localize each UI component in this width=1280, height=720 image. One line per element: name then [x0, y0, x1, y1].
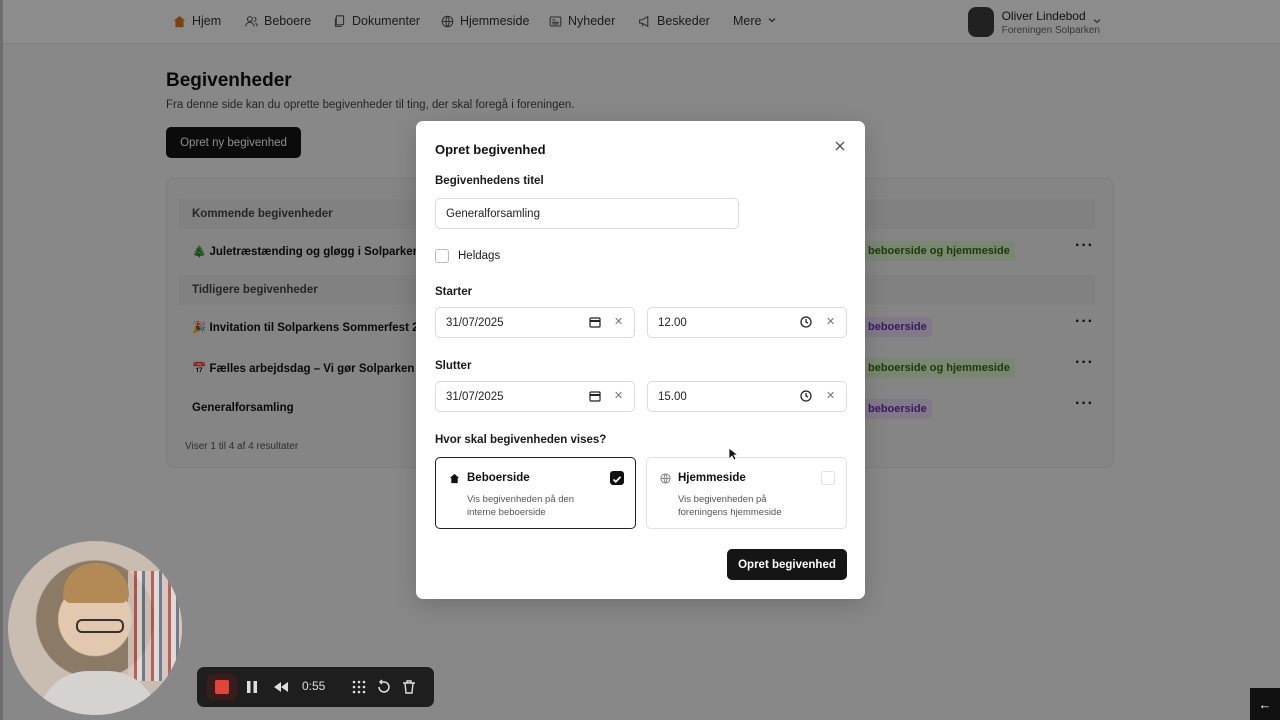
end-date-value: 31/07/2025	[446, 390, 504, 403]
webcam-overlay	[8, 541, 182, 715]
app-window: Hjem Beboere Dokumenter Hjemmeside Nyhed…	[3, 0, 1280, 720]
start-label: Starter	[435, 286, 473, 298]
pause-icon[interactable]	[244, 679, 260, 695]
cursor-icon	[728, 447, 738, 461]
start-date-value: 31/07/2025	[446, 316, 504, 329]
end-time-value: 15.00	[658, 390, 687, 403]
end-time-input[interactable]: 15.00	[647, 381, 847, 412]
create-event-modal: Opret begivenhed Begivenhedens titel Gen…	[416, 121, 865, 599]
home-icon	[449, 473, 460, 484]
start-time-value: 12.00	[658, 316, 687, 329]
option-checkbox[interactable]	[821, 471, 835, 485]
visibility-option-beboerside[interactable]: Beboerside Vis begivenheden på den inter…	[435, 457, 636, 529]
clear-icon[interactable]: ✕	[826, 389, 835, 402]
webcam-bookshelf	[128, 571, 182, 681]
clock-icon[interactable]	[800, 390, 812, 402]
option-title: Hjemmeside	[678, 472, 746, 484]
clear-icon[interactable]: ✕	[614, 315, 623, 328]
back-arrow-icon[interactable]: ←	[1250, 688, 1280, 720]
rewind-icon[interactable]	[273, 679, 289, 695]
clock-icon[interactable]	[800, 316, 812, 328]
end-date-input[interactable]: 31/07/2025	[435, 381, 635, 412]
visibility-option-hjemmeside[interactable]: Hjemmeside Vis begivenheden på foreninge…	[646, 457, 847, 529]
allday-label: Heldags	[458, 250, 501, 262]
modal-title: Opret begivenhed	[435, 142, 546, 157]
start-date-input[interactable]: 31/07/2025	[435, 307, 635, 338]
calendar-icon[interactable]	[589, 390, 601, 402]
calendar-icon[interactable]	[589, 316, 601, 328]
stop-icon	[215, 680, 229, 694]
webcam-hair	[63, 563, 129, 603]
restart-icon[interactable]	[376, 679, 392, 695]
recording-toolbar: 0:55	[197, 667, 434, 707]
event-title-input[interactable]: Generalforsamling	[435, 198, 739, 229]
allday-checkbox[interactable]	[435, 249, 449, 263]
visibility-label: Hvor skal begivenheden vises?	[435, 434, 607, 446]
start-time-input[interactable]: 12.00	[647, 307, 847, 338]
end-label: Slutter	[435, 360, 472, 372]
webcam-glasses	[76, 619, 124, 633]
close-icon[interactable]	[834, 140, 846, 152]
option-checkbox[interactable]	[610, 471, 624, 485]
create-event-button[interactable]: Opret begivenhed	[727, 549, 847, 580]
globe-icon	[660, 473, 671, 484]
check-icon	[612, 476, 622, 484]
recording-time: 0:55	[302, 679, 326, 693]
option-description: Vis begivenheden på foreningens hjemmesi…	[678, 494, 782, 518]
clear-icon[interactable]: ✕	[826, 315, 835, 328]
clear-icon[interactable]: ✕	[614, 389, 623, 402]
option-description: Vis begivenheden på den interne beboersi…	[467, 494, 575, 518]
grid-icon[interactable]	[351, 679, 367, 695]
stop-recording-button[interactable]	[207, 674, 237, 700]
option-title: Beboerside	[467, 472, 530, 484]
trash-icon[interactable]	[401, 679, 417, 695]
title-label: Begivenhedens titel	[435, 175, 544, 187]
